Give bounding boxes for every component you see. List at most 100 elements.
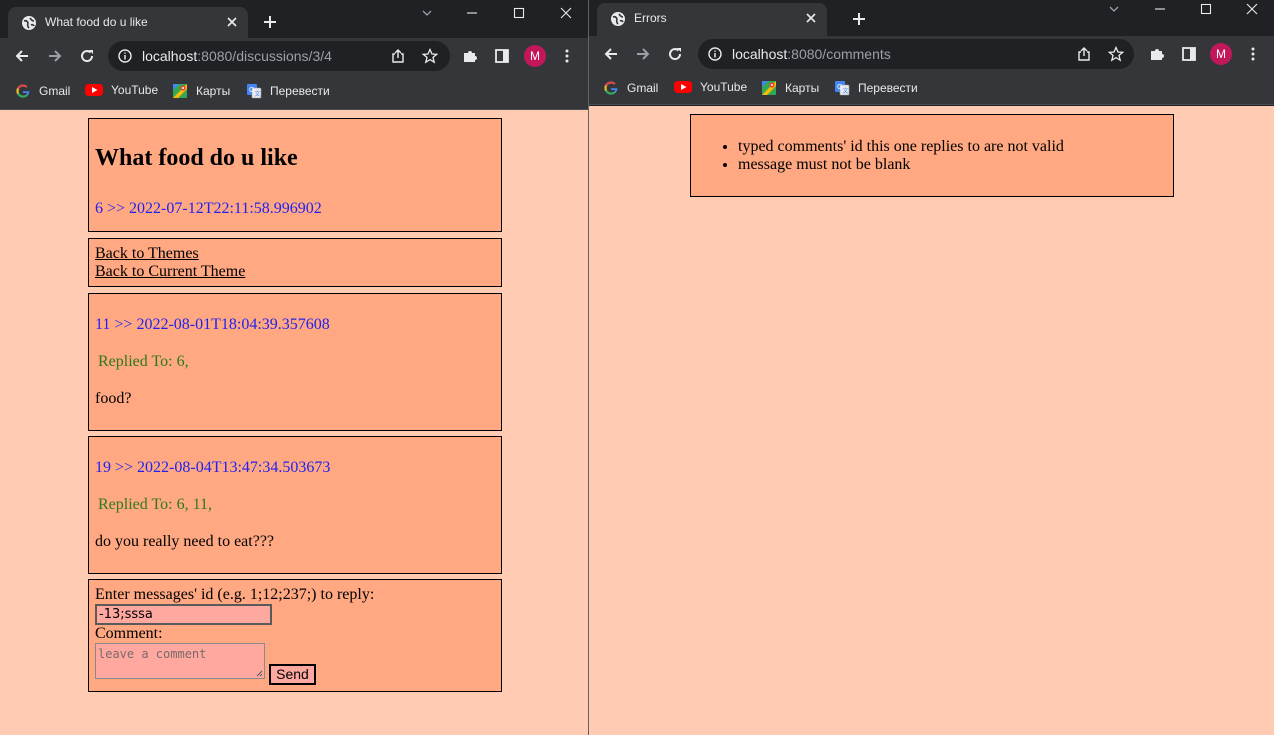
bookmark-label: Карты <box>196 84 231 98</box>
bookmark-star-icon[interactable] <box>1108 46 1124 62</box>
comment-replied-to: Replied To: 6, <box>98 353 189 370</box>
maximize-icon <box>1200 3 1212 15</box>
bookmark-label: YouTube <box>111 83 159 97</box>
theme-meta: 6 >> 2022-07-12T22:11:58.996902 <box>95 200 322 217</box>
side-panel-icon[interactable] <box>1181 46 1197 62</box>
google-icon <box>603 80 619 96</box>
share-icon[interactable] <box>1076 46 1092 62</box>
bookmark-label: Перевести <box>270 84 330 98</box>
site-info-icon[interactable] <box>118 49 132 63</box>
profile-avatar[interactable]: M <box>524 45 546 67</box>
bookmark-youtube[interactable]: YouTube <box>674 80 747 94</box>
comment-label: Comment: <box>95 625 163 642</box>
bookmark-gmail[interactable]: Gmail <box>15 83 70 99</box>
error-item: message must not be blank <box>738 156 1064 174</box>
extensions-puzzle-icon[interactable] <box>462 48 478 64</box>
close-window-button[interactable] <box>1232 0 1272 22</box>
minimize-button[interactable] <box>452 0 492 26</box>
close-icon <box>1246 3 1258 15</box>
bookmark-label: Gmail <box>39 84 71 98</box>
comment-textarea[interactable]: leave a comment <box>95 643 265 679</box>
chevron-down-icon <box>421 7 433 19</box>
reload-icon[interactable] <box>79 48 95 64</box>
page-title: What food do u like <box>95 145 298 171</box>
tab-strip: Errors <box>589 0 1274 36</box>
kebab-menu-icon[interactable] <box>1245 46 1261 62</box>
profile-avatar[interactable]: M <box>1210 43 1232 65</box>
comment-form: Enter messages' id (e.g. 1;12;237;) to r… <box>88 579 502 692</box>
google-icon <box>15 83 31 99</box>
browser-toolbar: localhost:8080/comments M <box>589 36 1274 72</box>
reload-icon[interactable] <box>667 46 683 62</box>
address-bar[interactable]: localhost:8080/discussions/3/4 <box>108 41 450 71</box>
bookmarks-bar: Gmail YouTube Карты Перевести <box>0 74 588 110</box>
bookmark-gmail[interactable]: Gmail <box>603 80 658 96</box>
close-tab-icon[interactable] <box>224 14 240 30</box>
bookmark-translate[interactable]: Перевести <box>246 83 330 99</box>
maps-icon <box>172 83 188 99</box>
resize-handle-icon[interactable] <box>256 670 263 677</box>
bookmark-label: YouTube <box>700 80 748 94</box>
comment-placeholder: leave a comment <box>98 647 207 661</box>
url-text: localhost:8080/discussions/3/4 <box>142 48 332 64</box>
bookmark-youtube[interactable]: YouTube <box>85 83 158 97</box>
tab-title: What food do u like <box>45 15 148 29</box>
tab-discussion[interactable]: What food do u like <box>8 7 248 38</box>
browser-toolbar: localhost:8080/discussions/3/4 M <box>0 38 588 74</box>
site-info-icon[interactable] <box>708 47 722 61</box>
comment-card: 19 >> 2022-08-04T13:47:34.503673 Replied… <box>88 436 502 574</box>
tab-title: Errors <box>634 11 667 25</box>
address-bar[interactable]: localhost:8080/comments <box>698 39 1134 69</box>
share-icon[interactable] <box>390 48 406 64</box>
translate-icon <box>834 80 850 96</box>
minimize-button[interactable] <box>1140 0 1180 22</box>
back-to-themes-link[interactable]: Back to Themes <box>95 245 495 263</box>
tab-search-button[interactable] <box>407 0 447 26</box>
bookmark-label: Карты <box>785 81 820 95</box>
translate-icon <box>246 83 262 99</box>
chevron-down-icon <box>1108 3 1120 15</box>
maximize-button[interactable] <box>1186 0 1226 22</box>
globe-icon <box>21 15 37 31</box>
tab-errors[interactable]: Errors <box>597 3 827 36</box>
reply-ids-input[interactable]: -13;sssa <box>95 604 272 625</box>
forward-arrow-icon[interactable] <box>47 48 63 64</box>
comment-meta: 11 >> 2022-08-01T18:04:39.357608 <box>95 316 330 333</box>
bookmark-maps[interactable]: Карты <box>761 80 819 96</box>
maps-icon <box>761 80 777 96</box>
theme-header-box: What food do u like 6 >> 2022-07-12T22:1… <box>88 118 502 232</box>
new-tab-icon[interactable] <box>851 11 867 27</box>
minimize-icon <box>466 7 478 19</box>
side-panel-icon[interactable] <box>494 48 510 64</box>
close-icon <box>560 7 572 19</box>
bookmarks-bar: Gmail YouTube Карты Перевести <box>589 72 1274 105</box>
maximize-button[interactable] <box>499 0 539 26</box>
kebab-menu-icon[interactable] <box>559 48 575 64</box>
comment-message: do you really need to eat??? <box>95 533 275 550</box>
back-arrow-icon[interactable] <box>603 46 619 62</box>
comment-card: 11 >> 2022-08-01T18:04:39.357608 Replied… <box>88 293 502 431</box>
bookmark-translate[interactable]: Перевести <box>834 80 918 96</box>
bookmark-star-icon[interactable] <box>422 48 438 64</box>
page-content: What food do u like 6 >> 2022-07-12T22:1… <box>0 110 588 735</box>
url-text: localhost:8080/comments <box>732 46 891 62</box>
close-tab-icon[interactable] <box>803 10 819 26</box>
back-to-current-theme-link[interactable]: Back to Current Theme <box>95 263 495 281</box>
bookmark-maps[interactable]: Карты <box>172 83 230 99</box>
back-arrow-icon[interactable] <box>14 48 30 64</box>
bookmark-label: Перевести <box>858 81 918 95</box>
error-list: typed comments' id this one replies to a… <box>738 138 1064 174</box>
tab-search-button[interactable] <box>1094 0 1134 22</box>
tab-strip: What food do u like <box>0 0 588 38</box>
send-button[interactable]: Send <box>269 664 316 685</box>
page-content: typed comments' id this one replies to a… <box>589 106 1274 735</box>
forward-arrow-icon[interactable] <box>635 46 651 62</box>
new-tab-icon[interactable] <box>262 14 278 30</box>
close-window-button[interactable] <box>546 0 586 26</box>
right-browser-window: Errors localhost:8080/comments M Gmail Y… <box>589 0 1274 735</box>
bookmark-label: Gmail <box>627 81 659 95</box>
reply-ids-label: Enter messages' id (e.g. 1;12;237;) to r… <box>95 586 375 603</box>
globe-icon <box>610 11 626 27</box>
extensions-puzzle-icon[interactable] <box>1149 46 1165 62</box>
error-box: typed comments' id this one replies to a… <box>690 114 1174 197</box>
